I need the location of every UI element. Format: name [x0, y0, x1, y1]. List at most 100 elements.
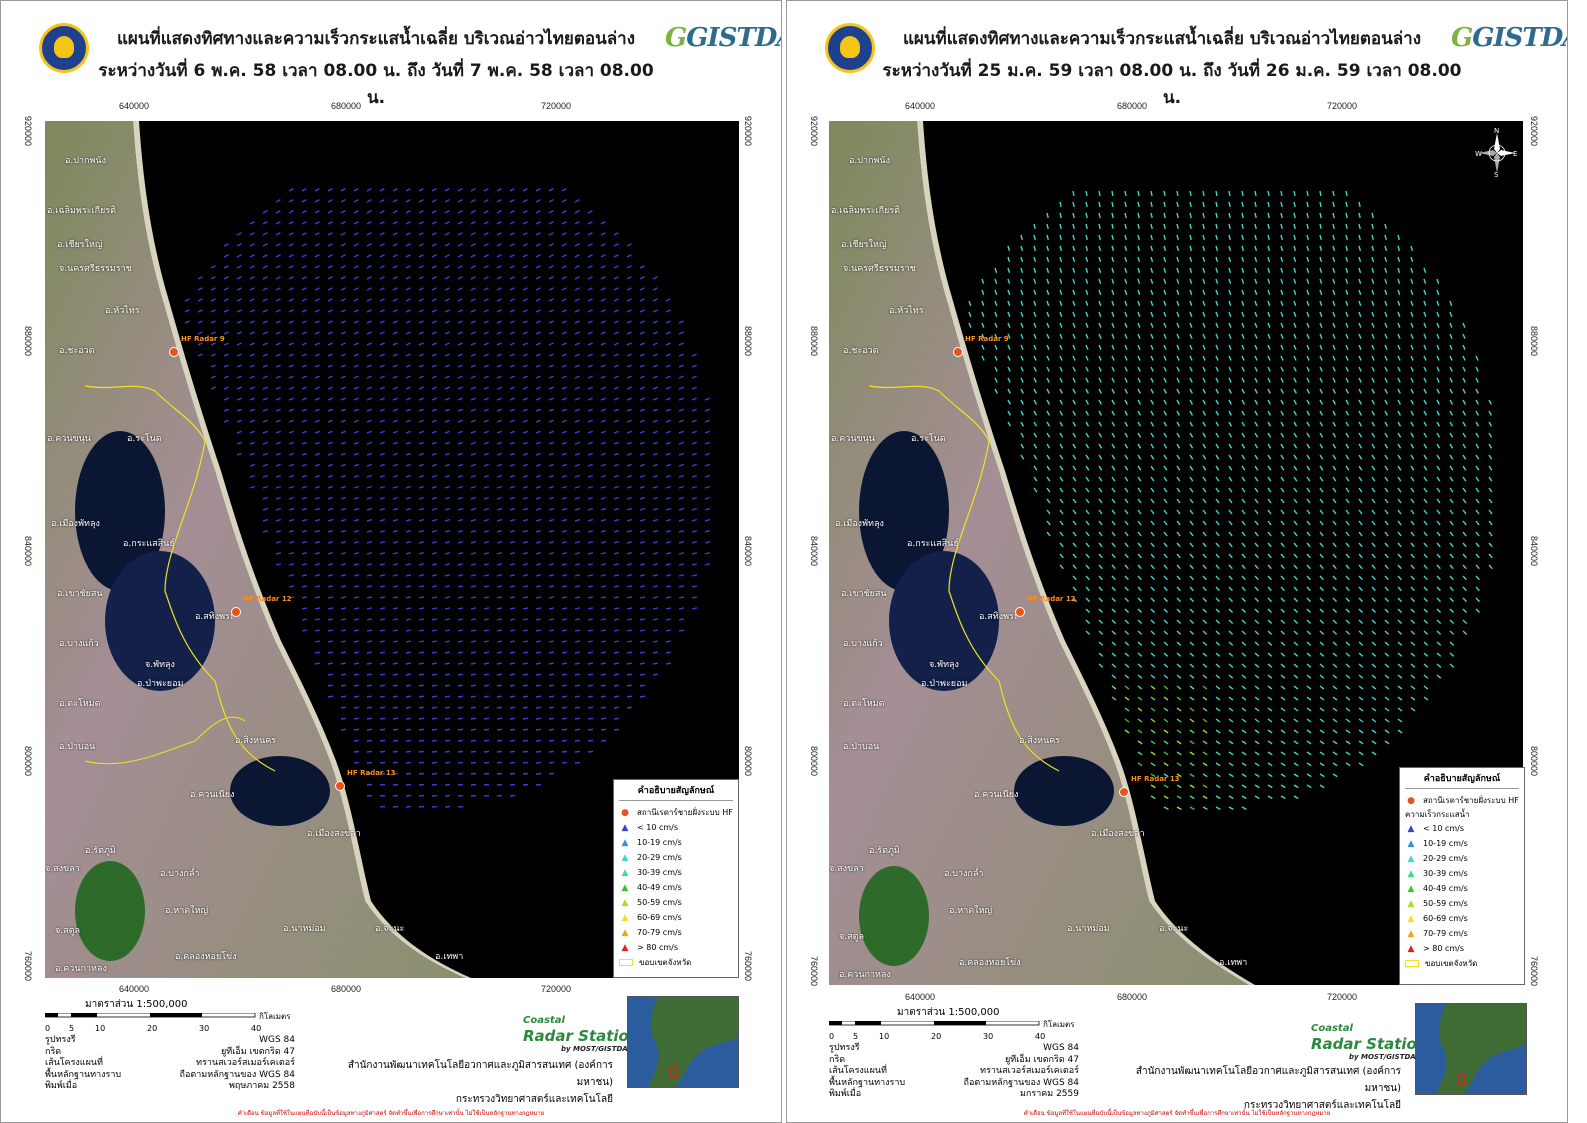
current-vector-arrow: [301, 618, 308, 621]
current-vector-arrow: [1319, 542, 1324, 548]
radar-station-marker[interactable]: [953, 347, 963, 357]
current-vector-arrow: [301, 518, 307, 522]
current-vector-arrow: [210, 309, 216, 313]
arrow-swatch-icon: ▲: [1407, 913, 1415, 924]
current-vector-arrow: [600, 375, 606, 379]
current-vector-arrow: [1410, 377, 1414, 383]
current-vector-arrow: [1267, 322, 1271, 328]
current-vector-arrow: [639, 651, 646, 654]
current-vector-arrow: [1280, 707, 1286, 712]
current-vector-arrow: [1293, 674, 1299, 679]
current-vector-arrow: [1215, 575, 1220, 581]
current-vector-arrow: [665, 375, 671, 379]
current-vector-arrow: [994, 311, 998, 317]
current-vector-arrow: [1319, 586, 1324, 592]
current-vector-arrow: [1098, 245, 1102, 251]
current-vector-arrow: [1059, 432, 1064, 438]
current-vector-arrow: [444, 552, 450, 555]
gistda-logo: GGISTDA: [665, 23, 781, 53]
radar-station-marker[interactable]: [169, 347, 179, 357]
current-vector-arrow: [1137, 190, 1140, 197]
current-vector-arrow: [418, 596, 425, 599]
current-vector-arrow: [366, 243, 372, 247]
current-vector-arrow: [1254, 531, 1259, 537]
current-vector-arrow: [483, 574, 490, 577]
current-vector-arrow: [1020, 377, 1024, 383]
current-vector-arrow: [1267, 630, 1273, 635]
current-vector-arrow: [587, 276, 593, 280]
current-vector-arrow: [1215, 564, 1220, 570]
current-vector-arrow: [522, 739, 529, 742]
current-vector-arrow: [1046, 377, 1050, 383]
current-vector-arrow: [561, 408, 567, 412]
legend-boundary-label: ขอบเขตจังหวัด: [639, 958, 692, 967]
current-vector-arrow: [301, 430, 307, 434]
place-label: อ.เขาชัยสน: [57, 589, 103, 599]
current-vector-arrow: [1293, 740, 1299, 745]
current-vector-arrow: [1228, 696, 1234, 701]
radar-station-marker[interactable]: [1015, 607, 1025, 617]
current-vector-arrow: [1007, 344, 1011, 350]
current-vector-arrow: [1111, 553, 1116, 559]
current-vector-arrow: [691, 430, 697, 434]
current-vector-arrow: [1124, 498, 1129, 504]
current-vector-arrow: [496, 728, 503, 731]
current-vector-arrow: [1072, 421, 1077, 427]
current-vector-arrow: [1293, 421, 1298, 427]
current-vector-arrow: [1189, 608, 1194, 613]
current-vector-arrow: [1332, 366, 1336, 372]
current-vector-arrow: [418, 452, 424, 456]
current-vector-arrow: [1137, 663, 1143, 668]
current-vector-arrow: [340, 629, 347, 632]
current-vector-arrow: [1332, 234, 1335, 240]
current-vector-arrow: [1163, 520, 1168, 526]
current-vector-arrow: [1280, 366, 1284, 372]
current-vector-arrow: [1202, 729, 1208, 734]
current-vector-arrow: [1254, 773, 1260, 778]
current-vector-arrow: [1085, 212, 1088, 219]
current-vector-arrow: [1358, 465, 1363, 471]
radar-station-marker[interactable]: [335, 781, 345, 791]
current-vector-arrow: [1241, 685, 1247, 690]
current-vector-arrow: [1176, 223, 1179, 229]
current-vector-arrow: [1462, 520, 1467, 526]
current-vector-arrow: [535, 375, 541, 379]
current-vector-arrow: [1020, 333, 1024, 339]
current-vector-arrow: [1410, 608, 1415, 613]
current-vector-arrow: [340, 243, 346, 247]
info-row: รูปทรงรี WGS 84: [829, 1043, 1079, 1055]
current-vector-arrow: [327, 309, 333, 313]
current-vector-arrow: [1163, 718, 1169, 723]
current-vector-arrow: [314, 485, 321, 489]
current-vector-arrow: [678, 618, 685, 621]
current-vector-arrow: [981, 289, 985, 295]
info-value: พฤษภาคม 2558: [228, 1081, 295, 1091]
current-vector-arrow: [1202, 245, 1206, 251]
current-vector-arrow: [1033, 465, 1038, 471]
radar-station-marker[interactable]: [1119, 787, 1129, 797]
current-vector-arrow: [522, 695, 529, 698]
current-vector-arrow: [1150, 751, 1156, 756]
current-vector-arrow: [561, 419, 567, 423]
info-row: พิมพ์เมื่อ พฤษภาคม 2558: [45, 1081, 295, 1093]
current-vector-arrow: [197, 276, 203, 280]
current-vector-arrow: [431, 463, 437, 467]
current-vector-arrow: [522, 530, 528, 533]
current-vector-arrow: [1150, 498, 1155, 504]
legend-boundary-label: ขอบเขตจังหวัด: [1425, 959, 1478, 968]
current-vector-arrow: [470, 541, 476, 544]
current-vector-arrow: [1202, 454, 1207, 460]
current-vector-arrow: [275, 496, 282, 500]
current-vector-arrow: [1410, 245, 1414, 251]
radar-label: HF Radar 13: [1131, 775, 1180, 783]
current-vector-arrow: [1189, 806, 1195, 811]
current-vector-arrow: [496, 441, 502, 445]
current-vector-arrow: [1098, 564, 1103, 570]
current-vector-arrow: [418, 518, 424, 522]
current-vector-arrow: [431, 187, 437, 192]
current-vector-arrow: [1267, 421, 1272, 427]
radar-station-marker[interactable]: [231, 607, 241, 617]
current-vector-arrow: [1384, 267, 1388, 274]
current-vector-arrow: [1124, 520, 1129, 526]
current-vector-arrow: [1267, 476, 1272, 482]
